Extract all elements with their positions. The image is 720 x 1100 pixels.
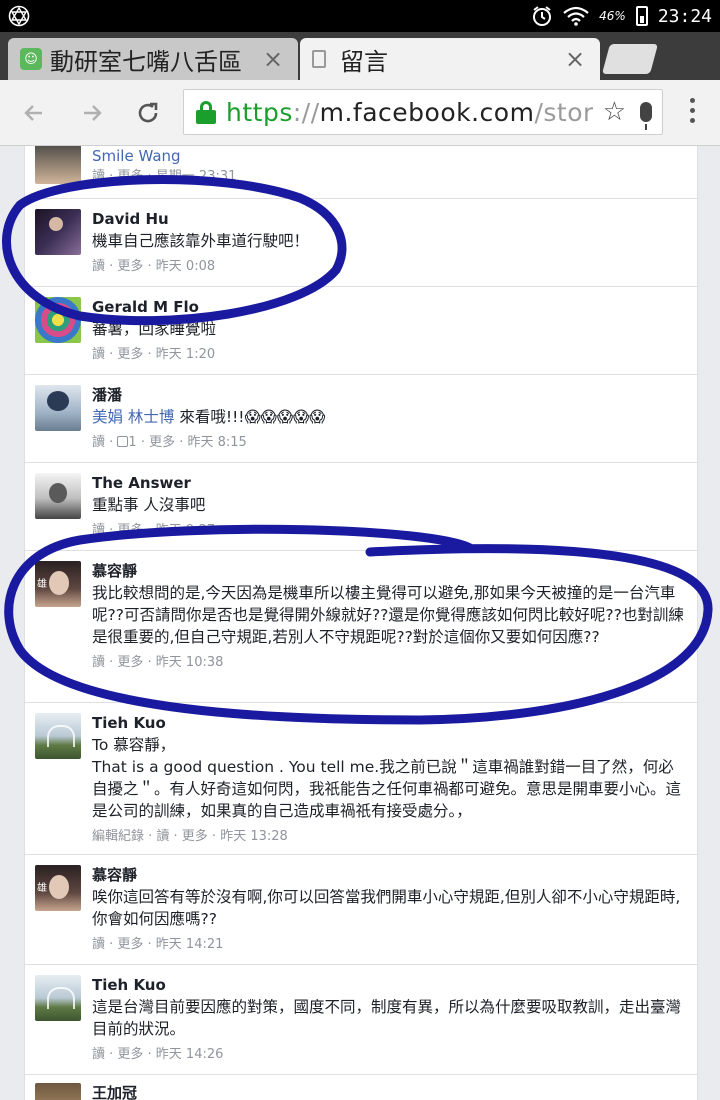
comment-meta[interactable]: 讀 · 更多 · 星期一 23:31 xyxy=(92,168,687,186)
thumbs-up-icon xyxy=(117,436,129,447)
url-text: https://m.facebook.com/story xyxy=(226,97,593,127)
commenter-name[interactable]: Tieh Kuo xyxy=(92,713,687,733)
avatar[interactable] xyxy=(35,385,81,431)
comment-meta[interactable]: 讀 · 更多 · 昨天 14:21 xyxy=(92,936,687,954)
mention-link[interactable]: 美娟 林士博 xyxy=(92,408,174,426)
commenter-name[interactable]: 王加冠 xyxy=(92,1083,687,1100)
microphone-icon[interactable] xyxy=(640,102,652,130)
reload-icon[interactable] xyxy=(128,93,168,133)
comment-meta[interactable]: 讀 · 更多 · 昨天 14:26 xyxy=(92,1046,687,1064)
comment-item: 雄 慕容靜 唉你這回答有等於沒有啊,你可以回答當我們開車小心守規距,但別人卻不小… xyxy=(25,855,697,965)
comment-list: Smile Wang 讀 · 更多 · 星期一 23:31 David Hu 機… xyxy=(24,146,698,1100)
comment-meta[interactable]: 讀 · 1 · 更多 · 昨天 8:15 xyxy=(92,434,687,452)
new-tab-button[interactable] xyxy=(601,44,659,74)
comment-text: 機車自己應該靠外車道行駛吧！ xyxy=(92,232,310,250)
comment-text: 這是台灣目前要因應的對策，國度不同，制度有異，所以為什麼要吸取教訓，走出臺灣目前… xyxy=(92,998,682,1038)
comment-item: Gerald M Flo 蕃薯，回家睡覺啦 讀 · 更多 · 昨天 1:20 xyxy=(25,287,697,375)
comment-meta[interactable]: 編輯紀錄 · 讀 · 更多 · 昨天 13:28 xyxy=(92,828,687,846)
star-of-david-icon xyxy=(8,5,30,27)
comment-text: To 慕容靜， That is a good question . You te… xyxy=(92,736,682,820)
comment-text: 重點事 人沒事吧 xyxy=(92,496,206,514)
tab-title: 留言 xyxy=(340,47,388,76)
status-bar: 46% 23:24 xyxy=(0,0,720,32)
commenter-name[interactable]: 慕容靜 xyxy=(92,561,687,581)
commenter-name[interactable]: Smile Wang xyxy=(92,146,687,166)
alarm-clock-icon xyxy=(533,6,552,26)
comment-text: 唉你這回答有等於沒有啊,你可以回答當我們開車小心守規距,但別人卻不小心守規距時,… xyxy=(92,888,681,928)
tab-forum[interactable]: ☺ 動研室七嘴八舌區 × xyxy=(8,38,298,80)
commenter-name[interactable]: Gerald M Flo xyxy=(92,297,687,317)
clock-time: 23:24 xyxy=(657,5,712,27)
comment-item: Tieh Kuo 這是台灣目前要因應的對策，國度不同，制度有異，所以為什麼要吸取… xyxy=(25,965,697,1075)
document-icon xyxy=(312,50,326,68)
avatar[interactable] xyxy=(35,1083,81,1100)
like-count: 1 xyxy=(128,435,137,450)
comment-meta[interactable]: 讀 · 更多 · 昨天 9:27 xyxy=(92,522,687,540)
secure-lock-icon xyxy=(196,101,216,124)
commenter-name[interactable]: David Hu xyxy=(92,209,687,229)
comment-text: 我比較想問的是,今天因為是機車所以樓主覺得可以避免,那如果今天被撞的是一台汽車呢… xyxy=(92,584,684,646)
forward-arrow-icon[interactable] xyxy=(72,93,112,133)
avatar[interactable] xyxy=(35,713,81,759)
browser-toolbar: https://m.facebook.com/story ☆ xyxy=(0,80,720,146)
overflow-menu-icon[interactable] xyxy=(688,98,696,123)
forum-favicon-icon: ☺ xyxy=(20,48,42,70)
tab-title: 動研室七嘴八舌區 xyxy=(50,47,242,76)
bookmark-star-icon[interactable]: ☆ xyxy=(603,97,626,127)
comment-item: 王加冠 xyxy=(25,1075,697,1100)
commenter-name[interactable]: 潘潘 xyxy=(92,385,687,405)
back-arrow-icon[interactable] xyxy=(14,93,54,133)
commenter-name[interactable]: The Answer xyxy=(92,473,687,493)
comment-meta[interactable]: 讀 · 更多 · 昨天 10:38 xyxy=(92,654,687,672)
avatar[interactable]: 雄 xyxy=(35,865,81,911)
commenter-name[interactable]: 慕容靜 xyxy=(92,865,687,885)
tab-comments[interactable]: 留言 × xyxy=(300,38,600,80)
battery-icon xyxy=(635,6,648,26)
commenter-name[interactable]: Tieh Kuo xyxy=(92,975,687,995)
close-tab-icon[interactable]: × xyxy=(260,45,286,73)
avatar[interactable] xyxy=(35,146,81,184)
comment-text: 蕃薯，回家睡覺啦 xyxy=(92,320,217,338)
comment-item: Tieh Kuo To 慕容靜， That is a good question… xyxy=(25,703,697,855)
comment-item: The Answer 重點事 人沒事吧 讀 · 更多 · 昨天 9:27 xyxy=(25,463,697,551)
avatar[interactable] xyxy=(35,975,81,1021)
tab-strip: ☺ 動研室七嘴八舌區 × 留言 × xyxy=(0,32,720,80)
address-bar[interactable]: https://m.facebook.com/story ☆ xyxy=(183,89,663,135)
avatar[interactable] xyxy=(35,297,81,343)
battery-percent: 46% xyxy=(599,9,626,23)
avatar[interactable] xyxy=(35,473,81,519)
comment-item: 潘潘 美娟 林士博 來看哦!!!😱😱😱😱😱 讀 · 1 · 更多 · 昨天 8:… xyxy=(25,375,697,463)
avatar[interactable]: 雄 xyxy=(35,561,81,607)
comment-item: David Hu 機車自己應該靠外車道行駛吧！ 讀 · 更多 · 昨天 0:08 xyxy=(25,199,697,287)
comment-item: Smile Wang 讀 · 更多 · 星期一 23:31 xyxy=(25,146,697,199)
comment-text: 美娟 林士博 來看哦!!!😱😱😱😱😱 xyxy=(92,408,326,426)
wifi-icon xyxy=(563,6,589,26)
close-tab-icon[interactable]: × xyxy=(562,45,588,73)
avatar[interactable] xyxy=(35,209,81,255)
comment-meta[interactable]: 讀 · 更多 · 昨天 1:20 xyxy=(92,346,687,364)
comment-item: 雄 慕容靜 我比較想問的是,今天因為是機車所以樓主覺得可以避免,那如果今天被撞的… xyxy=(25,551,697,703)
comment-meta[interactable]: 讀 · 更多 · 昨天 0:08 xyxy=(92,258,687,276)
